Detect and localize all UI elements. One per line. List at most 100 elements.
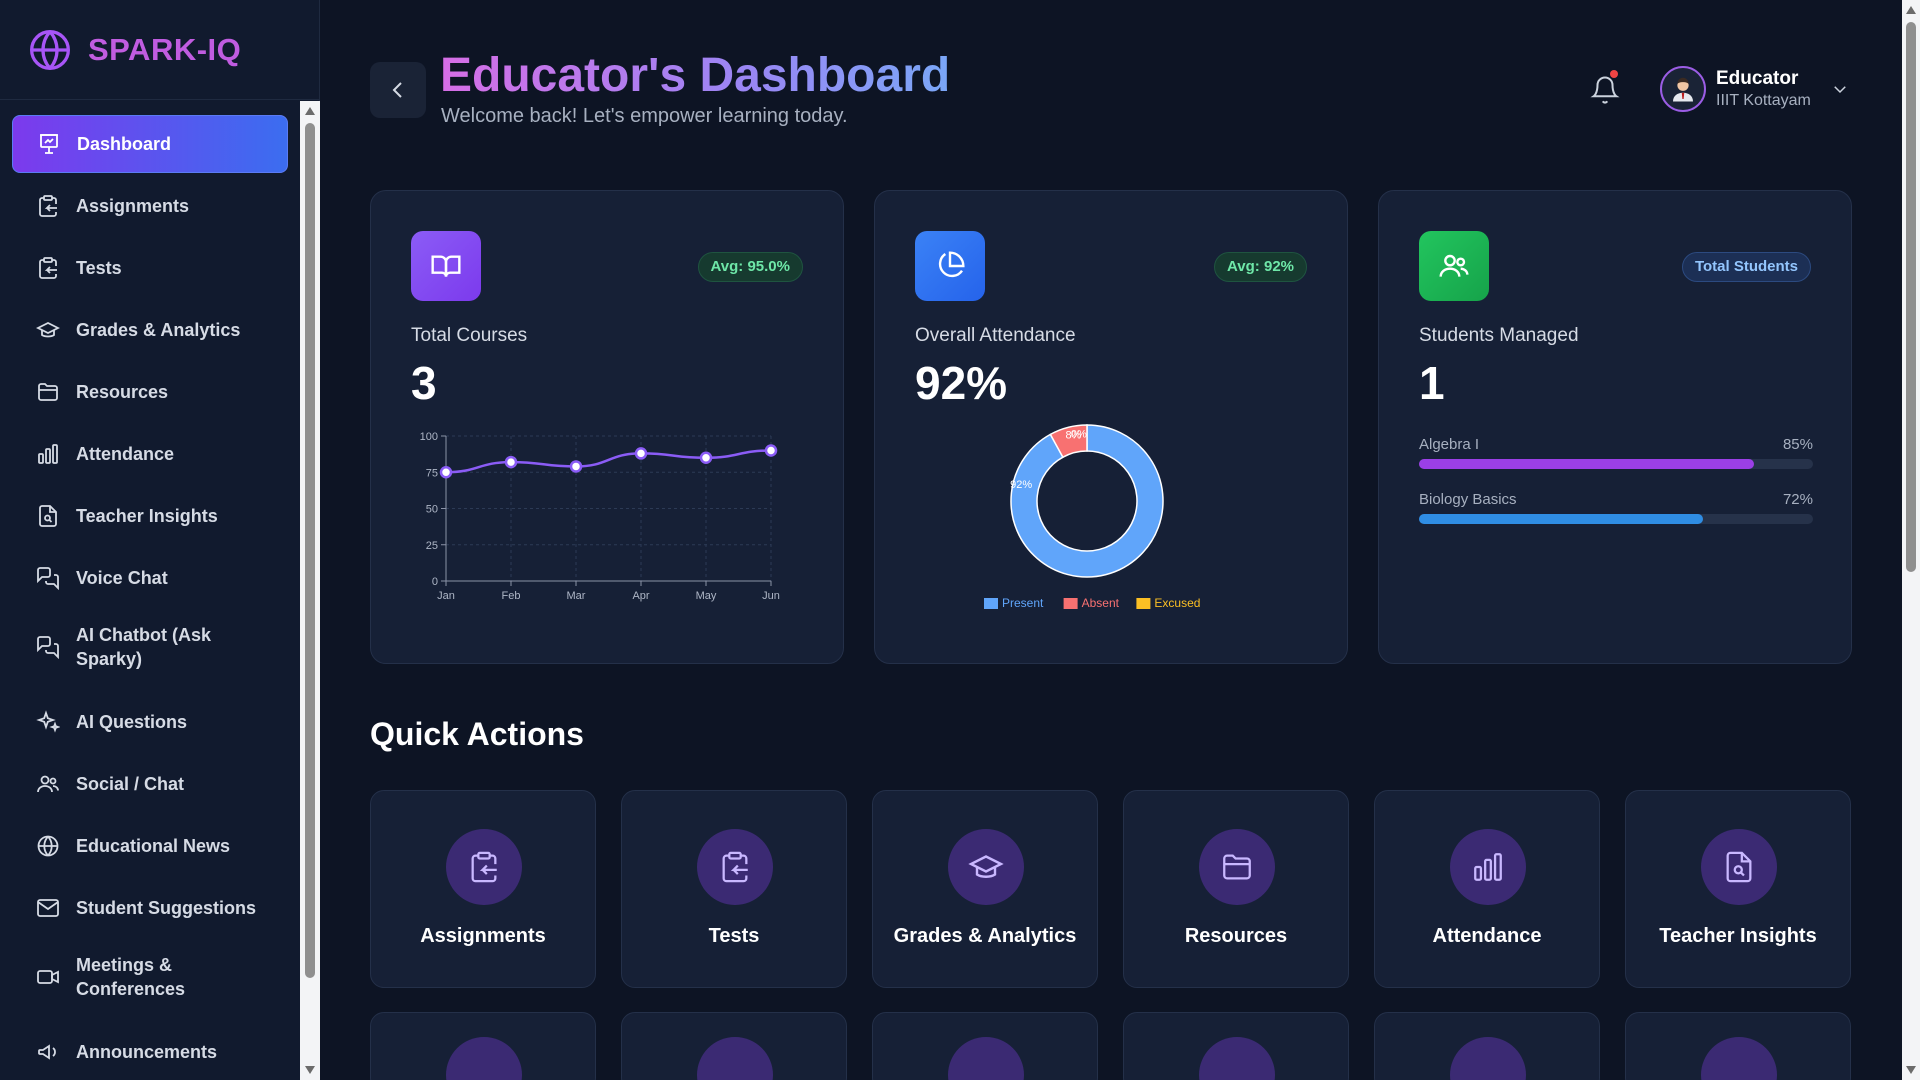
sidebar-item-label: Teacher Insights [76, 506, 218, 526]
quick-action-assignments[interactable]: Assignments [370, 790, 596, 988]
data-point [504, 455, 518, 469]
sidebar-item-student-suggestions[interactable]: Student Suggestions [12, 879, 288, 937]
scroll-up-arrow-icon[interactable] [1906, 6, 1916, 14]
data-point [764, 444, 778, 457]
notifications-button[interactable] [1590, 70, 1620, 108]
pie-chart-icon [915, 231, 985, 301]
messages-icon [37, 636, 59, 659]
students-card: Total Students Students Managed 1 Algebr… [1378, 190, 1852, 664]
quick-action-card[interactable] [1374, 1012, 1600, 1080]
quick-actions-title: Quick Actions [370, 716, 584, 752]
sidebar-item-ai-questions[interactable]: AI Questions [12, 693, 288, 751]
video-icon [37, 970, 59, 984]
legend-swatch [984, 598, 998, 609]
sidebar-item-ai-chatbot[interactable]: AI Chatbot (Ask Sparky) [12, 611, 288, 683]
sidebar-item-label: AI Questions [76, 712, 188, 732]
sidebar-item-teacher-insights[interactable]: Teacher Insights [12, 487, 288, 545]
data-point [439, 466, 453, 479]
students-value: 1 [1419, 357, 1445, 409]
progress-track [1419, 514, 1813, 524]
attendance-donut-chart: 92%8%0%Present Absent Excused [984, 424, 1200, 610]
sidebar-item-assignments[interactable]: Assignments [12, 177, 288, 235]
x-tick-label: Feb [502, 590, 521, 602]
courses-line-chart: 0 25 50 75 100 Jan Feb Mar Apr May Jun [420, 431, 780, 602]
sidebar-item-label: Dashboard [77, 134, 172, 154]
data-point [569, 460, 583, 473]
user-name: Educator [1716, 68, 1799, 89]
bar-chart-icon [1450, 829, 1526, 905]
scroll-down-arrow-icon[interactable] [1906, 1066, 1916, 1074]
x-tick-label: May [696, 590, 717, 602]
quick-action-teacher-insights[interactable]: Teacher Insights [1625, 790, 1851, 988]
quick-action-tests[interactable]: Tests [621, 790, 847, 988]
scroll-down-arrow-icon[interactable] [305, 1066, 315, 1074]
courses-value: 3 [411, 357, 437, 409]
sidebar-item-meetings-conferences[interactable]: Meetings & Conferences [12, 941, 288, 1013]
sidebar: SPARK-IQ Dashboard Assignments Tests Gra… [0, 0, 320, 1080]
sidebar-item-label: Social / Chat [76, 774, 185, 794]
clipboard-copy-icon [446, 829, 522, 905]
quick-action-card[interactable] [872, 1012, 1098, 1080]
sidebar-item-dashboard[interactable]: Dashboard [12, 115, 288, 173]
chevron-left-icon [392, 82, 402, 98]
bell-icon [1590, 76, 1620, 104]
total-courses-card: Avg: 95.0% Total Courses 3 0 25 50 75 100 Jan… [370, 190, 844, 664]
megaphone-icon [38, 1044, 56, 1060]
quick-action-grades-analytics[interactable]: Grades & Analytics [872, 790, 1098, 988]
quick-action-card[interactable] [1625, 1012, 1851, 1080]
sidebar-item-label: Attendance [76, 444, 175, 464]
quick-action-label: Resources [1184, 925, 1288, 947]
quick-action-card[interactable] [621, 1012, 847, 1080]
globe-icon [37, 835, 59, 857]
sidebar-item-label: Resources [76, 382, 169, 402]
x-tick-label: Apr [632, 590, 649, 602]
y-tick-label: 75 [426, 467, 438, 479]
quick-action-resources[interactable]: Resources [1123, 790, 1349, 988]
progress-fill [1419, 514, 1703, 524]
brand-name: SPARK-IQ [88, 31, 242, 67]
sidebar-item-announcements[interactable]: Announcements [12, 1023, 288, 1080]
page-scrollbar[interactable] [1902, 0, 1920, 1080]
slice-label: 0% [1071, 428, 1087, 440]
page-scrollbar-thumb[interactable] [1906, 22, 1916, 572]
sidebar-item-educational-news[interactable]: Educational News [12, 817, 288, 875]
users-icon [1419, 231, 1489, 301]
globe-icon [30, 29, 70, 70]
scroll-up-arrow-icon[interactable] [305, 107, 315, 115]
sidebar-item-grades-analytics[interactable]: Grades & Analytics [12, 301, 288, 359]
legend-swatch [1063, 598, 1078, 609]
users-icon [1199, 1037, 1275, 1080]
slice-label: 92% [1010, 479, 1032, 491]
course-progress-value: 72% [1782, 491, 1813, 508]
sidebar-item-social-chat[interactable]: Social / Chat [12, 755, 288, 813]
sidebar-scrollbar-thumb[interactable] [305, 123, 315, 978]
sidebar-item-voice-chat[interactable]: Voice Chat [12, 549, 288, 607]
folder-icon [38, 383, 58, 401]
file-search-icon [1701, 829, 1777, 905]
chevron-down-icon [1834, 86, 1846, 94]
course-progress-name: Algebra I [1419, 436, 1480, 453]
attendance-label: Overall Attendance [915, 325, 1076, 346]
brand[interactable]: SPARK-IQ [0, 0, 319, 100]
user-profile-menu[interactable]: Educator IIIT Kottayam [1660, 66, 1849, 112]
sidebar-item-label: Educational News [76, 836, 231, 856]
quick-action-card[interactable] [1123, 1012, 1349, 1080]
y-tick-label: 0 [432, 576, 438, 588]
quick-action-attendance[interactable]: Attendance [1374, 790, 1600, 988]
quick-action-card[interactable] [370, 1012, 596, 1080]
sidebar-item-resources[interactable]: Resources [12, 363, 288, 421]
legend-label: Excused [1154, 596, 1200, 610]
sidebar-item-attendance[interactable]: Attendance [12, 425, 288, 483]
sidebar-item-tests[interactable]: Tests [12, 239, 288, 297]
user-avatar-icon [1673, 77, 1693, 102]
back-button[interactable] [370, 62, 426, 118]
x-tick-label: Jan [437, 590, 455, 602]
course-progress-item: Biology Basics 72% [1419, 491, 1813, 524]
attendance-card: Avg: 92% Overall Attendance 92% 92% 8% 0% P… [874, 190, 1348, 664]
attendance-value: 92% [915, 357, 1008, 409]
sidebar-scrollbar[interactable] [300, 101, 320, 1080]
sidebar-item-label: Voice Chat [76, 568, 168, 588]
clipboard-copy-icon [39, 257, 57, 279]
sidebar-item-label: Tests [76, 258, 122, 278]
sidebar-item-label: Announcements [76, 1042, 218, 1062]
